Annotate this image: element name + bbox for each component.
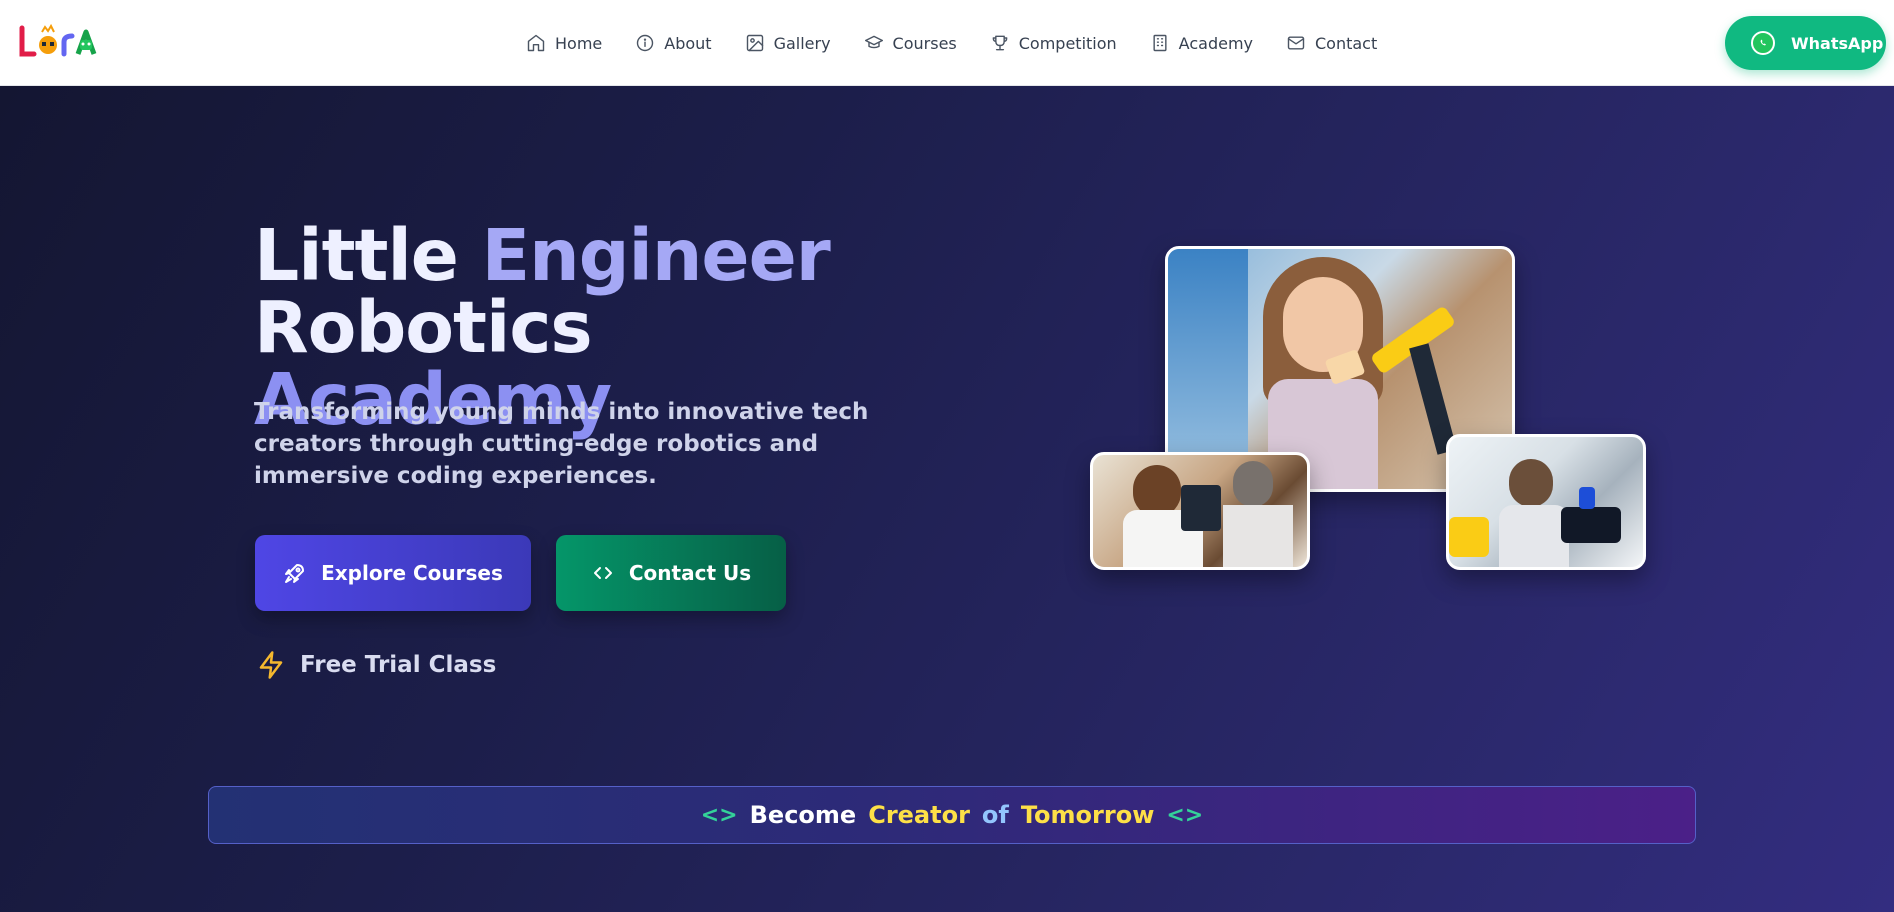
nav-item-label: Courses	[892, 33, 957, 53]
rocket-icon	[285, 564, 305, 583]
code-icon	[593, 567, 612, 579]
nav-links: Home About Gallery Courses Competition A…	[526, 0, 1410, 86]
info-icon	[637, 34, 654, 52]
hero-photo-boy-robot-car	[1446, 434, 1646, 570]
code-icon: <>	[700, 802, 738, 828]
hero-photo-boy-robot	[1090, 452, 1310, 570]
nav-item-label: About	[664, 33, 712, 53]
whatsapp-button[interactable]: WhatsApp	[1725, 16, 1886, 70]
nav-item-academy[interactable]: Academy	[1150, 33, 1253, 53]
banner-word: Creator	[868, 801, 970, 829]
hero-section: Little Engineer Robotics Academy Transfo…	[0, 86, 1894, 912]
title-word: Engineer	[481, 214, 831, 297]
explore-courses-label: Explore Courses	[321, 561, 503, 585]
home-icon	[527, 34, 545, 52]
logo[interactable]	[18, 20, 114, 62]
nav-item-label: Competition	[1018, 33, 1117, 53]
creator-banner: <> Become Creator of Tomorrow <>	[208, 786, 1696, 844]
explore-courses-button[interactable]: Explore Courses	[255, 535, 531, 611]
nav-item-about[interactable]: About	[635, 33, 712, 53]
navbar: Home About Gallery Courses Competition A…	[0, 0, 1894, 86]
nav-item-gallery[interactable]: Gallery	[745, 33, 831, 53]
nav-item-contact[interactable]: Contact	[1286, 33, 1377, 53]
nav-item-home[interactable]: Home	[526, 33, 602, 53]
code-icon: <>	[1166, 802, 1204, 828]
title-word: Little	[254, 214, 459, 297]
title-word: Robotics	[254, 286, 593, 369]
contact-us-button[interactable]: Contact Us	[556, 535, 786, 611]
nav-item-label: Home	[555, 33, 603, 53]
free-trial[interactable]: Free Trial Class	[256, 650, 496, 680]
mail-icon	[1287, 36, 1305, 50]
whatsapp-label: WhatsApp	[1791, 33, 1884, 53]
contact-us-label: Contact Us	[628, 561, 752, 585]
nav-item-competition[interactable]: Competition	[990, 33, 1117, 53]
nav-item-label: Contact	[1315, 33, 1378, 53]
trophy-icon	[992, 35, 1008, 51]
nav-item-label: Gallery	[773, 33, 831, 53]
banner-word: Tomorrow	[1020, 801, 1155, 829]
graduation-cap-icon	[864, 35, 883, 49]
lightning-icon	[259, 651, 283, 679]
building-icon	[1153, 34, 1167, 52]
image-icon	[746, 34, 763, 52]
free-trial-label: Free Trial Class	[300, 652, 497, 678]
nav-item-label: Academy	[1178, 33, 1253, 53]
banner-word: Become	[749, 801, 857, 829]
banner-word: of	[981, 801, 1009, 829]
whatsapp-icon	[1751, 31, 1775, 55]
hero-subtitle: Transforming young minds into innovative…	[254, 399, 869, 489]
nav-item-courses[interactable]: Courses	[864, 33, 957, 53]
